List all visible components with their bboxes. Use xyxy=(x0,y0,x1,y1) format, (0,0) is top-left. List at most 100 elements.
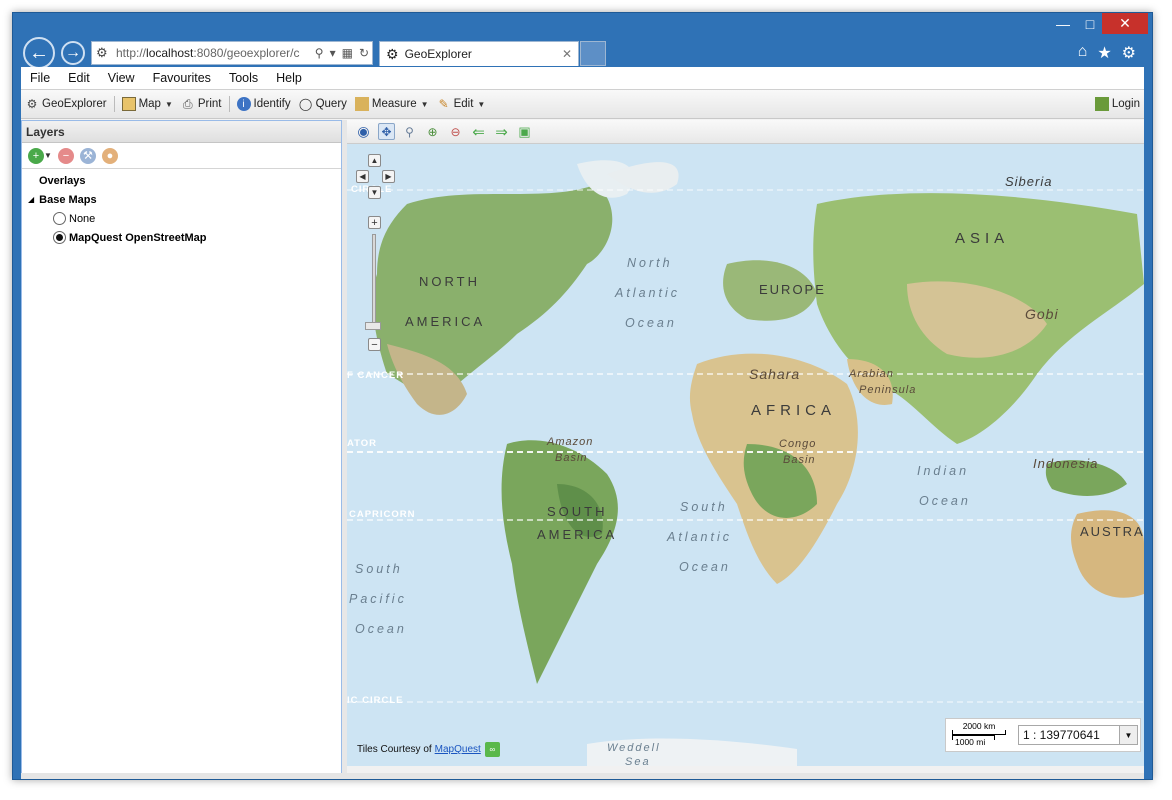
map-label-africa: AFRICA xyxy=(751,402,837,419)
minimize-button[interactable]: — xyxy=(1048,13,1078,34)
pan-up-button[interactable]: ▲ xyxy=(368,154,381,167)
globe-icon[interactable]: ◉ xyxy=(355,123,372,140)
tab-close-icon[interactable]: ✕ xyxy=(562,47,572,61)
pan-right-button[interactable]: ▶ xyxy=(382,170,395,183)
chevron-down-icon: ▼ xyxy=(164,99,173,109)
chevron-down-icon: ▼ xyxy=(420,99,429,109)
dropdown-icon[interactable]: ▾ xyxy=(327,46,339,60)
map-label-sahara: Sahara xyxy=(749,366,801,382)
measure-menu-button[interactable]: Measure ▼ xyxy=(351,93,433,115)
zoom-out-icon[interactable]: ⊖ xyxy=(447,123,464,140)
zoom-box-icon[interactable]: ⚲ xyxy=(401,123,418,140)
map-canvas[interactable]: Siberia ASIA NORTH AMERICA North Atlanti… xyxy=(347,144,1144,766)
menu-edit[interactable]: Edit xyxy=(59,71,99,85)
tree-node-overlays[interactable]: Overlays xyxy=(22,171,341,190)
identify-button[interactable]: i Identify xyxy=(233,93,295,115)
zoom-out-button[interactable]: − xyxy=(368,338,381,351)
tree-node-base-maps[interactable]: ◢ Base Maps xyxy=(22,190,341,209)
edit-menu-button[interactable]: ✎ Edit ▼ xyxy=(433,93,490,115)
map-panel: ◉ ✥ ⚲ ⊕ ⊖ ⇐ ⇒ ▣ Siberia ASIA NORTH AMERI… xyxy=(347,120,1144,775)
maximize-button[interactable]: □ xyxy=(1078,13,1102,34)
full-extent-icon[interactable]: ▣ xyxy=(516,123,533,140)
ruler-icon xyxy=(354,97,369,111)
forward-button[interactable]: → xyxy=(61,41,85,65)
base-map-option[interactable]: None xyxy=(22,209,341,228)
tab-title: GeoExplorer xyxy=(404,47,472,61)
map-label-asia: ASIA xyxy=(955,230,1010,247)
map-label-congo-1: Congo xyxy=(779,438,817,450)
map-label-gobi: Gobi xyxy=(1025,306,1059,322)
map-label-north-atlantic-3: Ocean xyxy=(625,316,677,330)
refresh-icon[interactable]: ↻ xyxy=(356,46,372,60)
scale-select[interactable]: 1 : 139770641 ▼ xyxy=(1018,725,1138,745)
home-icon[interactable]: ⌂ xyxy=(1078,43,1088,63)
login-door-icon xyxy=(1094,97,1109,111)
layers-title: Layers xyxy=(22,121,341,143)
query-button[interactable]: ◯ Query xyxy=(295,93,351,115)
login-button[interactable]: Login xyxy=(1091,93,1144,115)
menu-view[interactable]: View xyxy=(99,71,144,85)
base-map-option[interactable]: MapQuest OpenStreetMap xyxy=(22,228,341,247)
gear-icon: ⚙ xyxy=(26,97,38,111)
map-label-indian-1: Indian xyxy=(917,464,970,478)
zoom-in-button[interactable]: + xyxy=(368,216,381,229)
toolbar-divider xyxy=(113,96,115,112)
map-label-north-atlantic-2: Atlantic xyxy=(615,286,680,300)
map-label-south-atlantic-2: Atlantic xyxy=(667,530,732,544)
favorites-star-icon[interactable]: ★ xyxy=(1097,43,1111,63)
palette-icon[interactable]: ● xyxy=(101,147,118,164)
world-map-graphic xyxy=(347,144,1144,766)
next-extent-icon[interactable]: ⇒ xyxy=(493,123,510,141)
gear-icon: ⚙ xyxy=(386,45,399,62)
search-icon[interactable]: ⚲ xyxy=(312,46,327,60)
pan-icon[interactable]: ✥ xyxy=(378,123,395,140)
map-label-south-pacific-2: Pacific xyxy=(349,592,407,606)
geoexplorer-button[interactable]: ⚙ GeoExplorer xyxy=(21,93,111,115)
address-bar[interactable]: ⚙ http://localhost:8080/geoexplorer/c ⚲ … xyxy=(91,41,373,65)
arrow-left-icon: ← xyxy=(29,41,49,64)
zoom-in-icon[interactable]: ⊕ xyxy=(424,123,441,140)
tab-geoexplorer[interactable]: ⚙ GeoExplorer ✕ xyxy=(379,41,579,66)
map-label-tropic-capricorn: CAPRICORN xyxy=(349,509,416,520)
new-tab-button[interactable] xyxy=(580,41,606,66)
map-label-weddell: Weddell xyxy=(607,742,661,754)
map-label-south-america-2: AMERICA xyxy=(537,527,618,542)
map-label-equator: ATOR xyxy=(347,438,378,449)
expand-triangle-icon[interactable]: ◢ xyxy=(28,195,34,204)
radio-button[interactable] xyxy=(53,231,66,244)
scale-bar-mi: 1000 mi xyxy=(952,735,995,747)
pan-left-button[interactable]: ◀ xyxy=(356,170,369,183)
remove-layer-icon[interactable]: − xyxy=(57,147,74,164)
pan-down-button[interactable]: ▼ xyxy=(368,186,381,199)
radio-button[interactable] xyxy=(53,212,66,225)
menu-bar: File Edit View Favourites Tools Help xyxy=(21,67,1144,89)
map-label-north-atlantic-1: North xyxy=(627,256,673,270)
chevron-down-icon[interactable]: ▼ xyxy=(44,151,52,160)
zoom-slider-handle[interactable] xyxy=(365,322,381,330)
layers-tools: + ▼ − ⚒ ● xyxy=(22,143,341,169)
menu-help[interactable]: Help xyxy=(267,71,311,85)
map-label-siberia: Siberia xyxy=(1005,174,1053,189)
zoom-slider-track[interactable] xyxy=(372,234,376,330)
menu-favourites[interactable]: Favourites xyxy=(144,71,220,85)
close-window-button[interactable]: ✕ xyxy=(1102,13,1148,34)
map-label-south-america-1: SOUTH xyxy=(547,504,608,519)
map-menu-button[interactable]: Map ▼ xyxy=(118,93,177,115)
chevron-down-icon[interactable]: ▼ xyxy=(1119,726,1137,744)
back-button[interactable]: ← xyxy=(23,37,55,69)
print-button[interactable]: ⎙ Print xyxy=(177,93,226,115)
settings-gear-icon[interactable]: ⚙ xyxy=(1122,43,1136,63)
compatibility-icon[interactable]: ▦ xyxy=(339,46,356,60)
menu-tools[interactable]: Tools xyxy=(220,71,267,85)
wrench-icon[interactable]: ⚒ xyxy=(79,147,96,164)
layers-panel: Layers + ▼ − ⚒ ● Overlays ◢ Base Maps No… xyxy=(21,120,342,775)
map-attribution: Tiles Courtesy of MapQuest ∞ xyxy=(357,742,500,757)
mapquest-link[interactable]: MapQuest xyxy=(435,744,481,755)
map-label-amazon-1: Amazon xyxy=(547,436,594,448)
address-url[interactable]: http://localhost:8080/geoexplorer/c xyxy=(116,46,312,60)
add-layer-icon[interactable]: + xyxy=(28,147,44,164)
menu-file[interactable]: File xyxy=(21,71,59,85)
map-label-amazon-2: Basin xyxy=(555,452,588,464)
previous-extent-icon[interactable]: ⇐ xyxy=(470,123,487,141)
map-label-south-atlantic-3: Ocean xyxy=(679,560,731,574)
